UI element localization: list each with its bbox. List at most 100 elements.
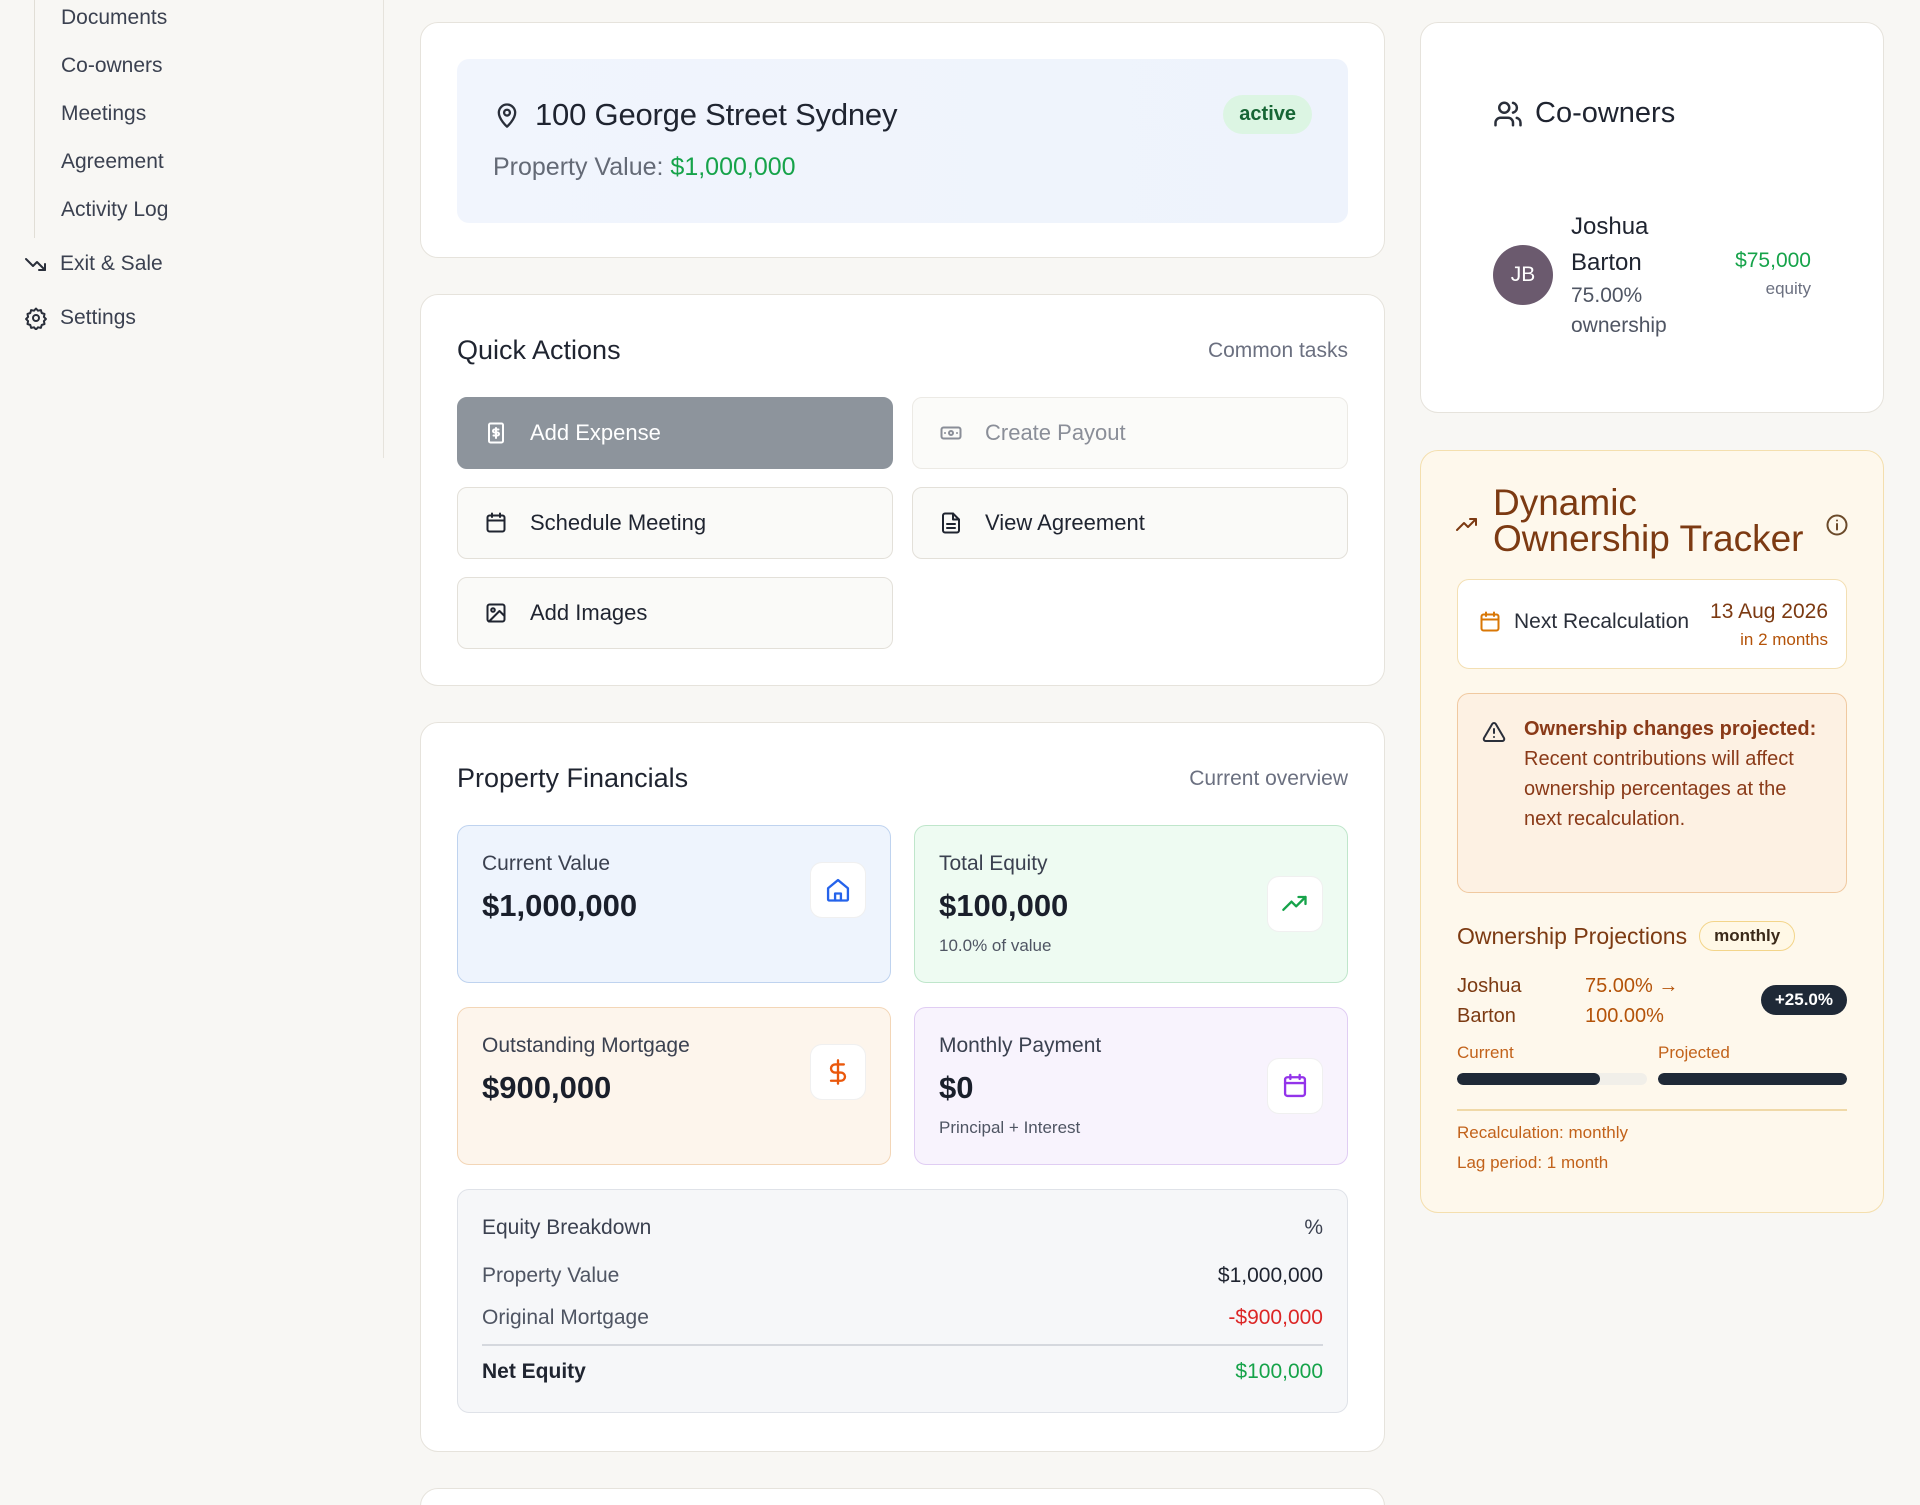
ownership-warning: Ownership changes projected: Recent cont… [1457,693,1847,893]
divider [1457,1109,1847,1111]
sidebar-item-agreement[interactable]: Agreement [61,150,164,174]
projections-header: Ownership Projections monthly [1457,921,1796,951]
add-expense-button[interactable]: Add Expense [457,397,893,469]
outstanding-mortgage-amount: $900,000 [482,1070,612,1105]
sidebar-item-exit-sale[interactable]: Exit & Sale [24,252,163,276]
total-equity-amount: $100,000 [939,888,1069,923]
sidebar-item-activity-log[interactable]: Activity Log [61,198,168,222]
coowner-name: Joshua Barton [1571,213,1649,276]
next-card [420,1488,1385,1505]
projection-name: Joshua Barton [1457,975,1522,1027]
outstanding-mortgage-card: Outstanding Mortgage $900,000 [457,1007,891,1165]
quick-actions-title: Quick Actions [457,335,621,365]
users-icon [1494,101,1522,126]
calendar-icon [486,512,506,533]
outstanding-mortgage-label: Outstanding Mortgage [482,1034,690,1057]
coowners-card: Co-owners JB Joshua Barton 75.00% owners… [1420,22,1884,413]
divider [482,1344,1323,1346]
gear-icon [25,307,47,330]
ownership-tracker-card: Dynamic Ownership Tracker Next Recalcula… [1420,450,1884,1213]
schedule-meeting-button[interactable]: Schedule Meeting [457,487,893,559]
sidebar-item-settings[interactable]: Settings [24,306,136,330]
property-header: 100 George Street Sydney Property Value:… [457,59,1348,223]
sidebar-item-label: Exit & Sale [60,252,163,275]
quick-actions-card: Quick Actions Common tasks Add Expense C… [420,294,1385,686]
equity-row-value: -$900,000 [1228,1306,1323,1329]
financials-card: Property Financials Current overview Cur… [420,722,1385,1452]
equity-row-net: Net Equity $100,000 [482,1360,1323,1384]
monthly-payment-card: Monthly Payment $0 Principal + Interest [914,1007,1348,1165]
total-equity-card: Total Equity $100,000 10.0% of value [914,825,1348,983]
sidebar-item-meetings[interactable]: Meetings [61,102,146,126]
next-recalculation-date: 13 Aug 2026 [1710,600,1828,623]
warning-text: Ownership changes projected: Recent cont… [1524,714,1826,834]
equity-row-label: Net Equity [482,1360,586,1383]
sidebar: Documents Co-owners Meetings Agreement A… [0,0,384,458]
add-images-label: Add Images [530,600,648,625]
current-value-label: Current Value [482,852,611,875]
sidebar-item-documents[interactable]: Documents [61,6,167,30]
coowner-equity-label: equity [1765,279,1811,298]
next-recalculation-relative: in 2 months [1740,630,1828,649]
create-payout-button[interactable]: Create Payout [912,397,1348,469]
monthly-payment-sub: Principal + Interest [939,1118,1081,1137]
view-agreement-button[interactable]: View Agreement [912,487,1348,559]
view-agreement-label: View Agreement [985,510,1145,535]
dollar-icon [829,1059,847,1085]
coowner-equity: $75,000 [1735,249,1811,272]
sidebar-item-co-owners[interactable]: Co-owners [61,54,163,78]
sidebar-item-label: Settings [60,306,136,329]
receipt-icon [488,422,504,444]
equity-row-label: Original Mortgage [482,1306,649,1329]
avatar: JB [1493,245,1553,305]
dollar-icon-box [810,1044,866,1100]
trending-down-icon [25,258,46,271]
coowners-title-label: Co-owners [1535,97,1676,129]
property-value: Property Value: $1,000,000 [493,153,796,182]
equity-row-mortgage: Original Mortgage -$900,000 [482,1306,1323,1330]
trending-up-icon [1282,895,1307,911]
property-title: 100 George Street Sydney [493,97,897,133]
next-recalculation-text: Next Recalculation [1514,610,1690,633]
property-value-label: Property Value: [493,153,664,181]
equity-row-value: $1,000,000 [1217,1264,1323,1287]
projection-change: 75.00% → 100.00% [1585,975,1679,1027]
add-images-button[interactable]: Add Images [457,577,893,649]
alert-triangle-icon [1482,721,1506,742]
home-icon-box [810,862,866,918]
equity-breakdown: Equity Breakdown % Property Value $1,000… [457,1189,1348,1413]
file-text-icon [942,512,960,534]
frequency-badge: monthly [1699,921,1796,951]
total-equity-label: Total Equity [939,852,1048,875]
projected-progress-fill [1658,1073,1847,1085]
coowner-ownership: 75.00% ownership [1571,284,1667,337]
property-card: 100 George Street Sydney Property Value:… [420,22,1385,258]
equity-breakdown-header: Equity Breakdown % [482,1216,1323,1240]
trending-up-icon-box [1267,876,1323,932]
current-value-card: Current Value $1,000,000 [457,825,891,983]
next-recalculation: Next Recalculation 13 Aug 2026 in 2 mont… [1457,579,1847,669]
current-progress-fill [1457,1073,1600,1085]
calendar-icon [1283,1073,1307,1098]
property-address: 100 George Street Sydney [535,97,898,132]
create-payout-label: Create Payout [985,420,1126,445]
property-value-amount: $1,000,000 [670,153,796,181]
tracker-title: Dynamic Ownership Tracker [1493,482,1804,559]
home-icon [826,878,850,902]
equity-breakdown-title: Equity Breakdown [482,1216,652,1239]
total-equity-sub: 10.0% of value [939,936,1052,955]
add-expense-label: Add Expense [530,420,661,445]
warning-body: Recent contributions will affect ownersh… [1524,748,1794,830]
status-badge: active [1223,95,1312,134]
trending-up-icon [1456,518,1477,531]
coowners-title: Co-owners [1493,97,1675,130]
schedule-meeting-label: Schedule Meeting [530,510,707,535]
banknote-icon [940,426,962,440]
sub-nav: Documents Co-owners Meetings Agreement A… [34,0,354,238]
financials-title: Property Financials [457,763,689,793]
equity-row-property-value: Property Value $1,000,000 [482,1264,1323,1288]
equity-row-value: $100,000 [1235,1360,1323,1383]
calendar-icon-box [1267,1058,1323,1114]
info-icon[interactable] [1825,513,1849,537]
recalculation-frequency: Recalculation: monthly [1457,1123,1629,1142]
